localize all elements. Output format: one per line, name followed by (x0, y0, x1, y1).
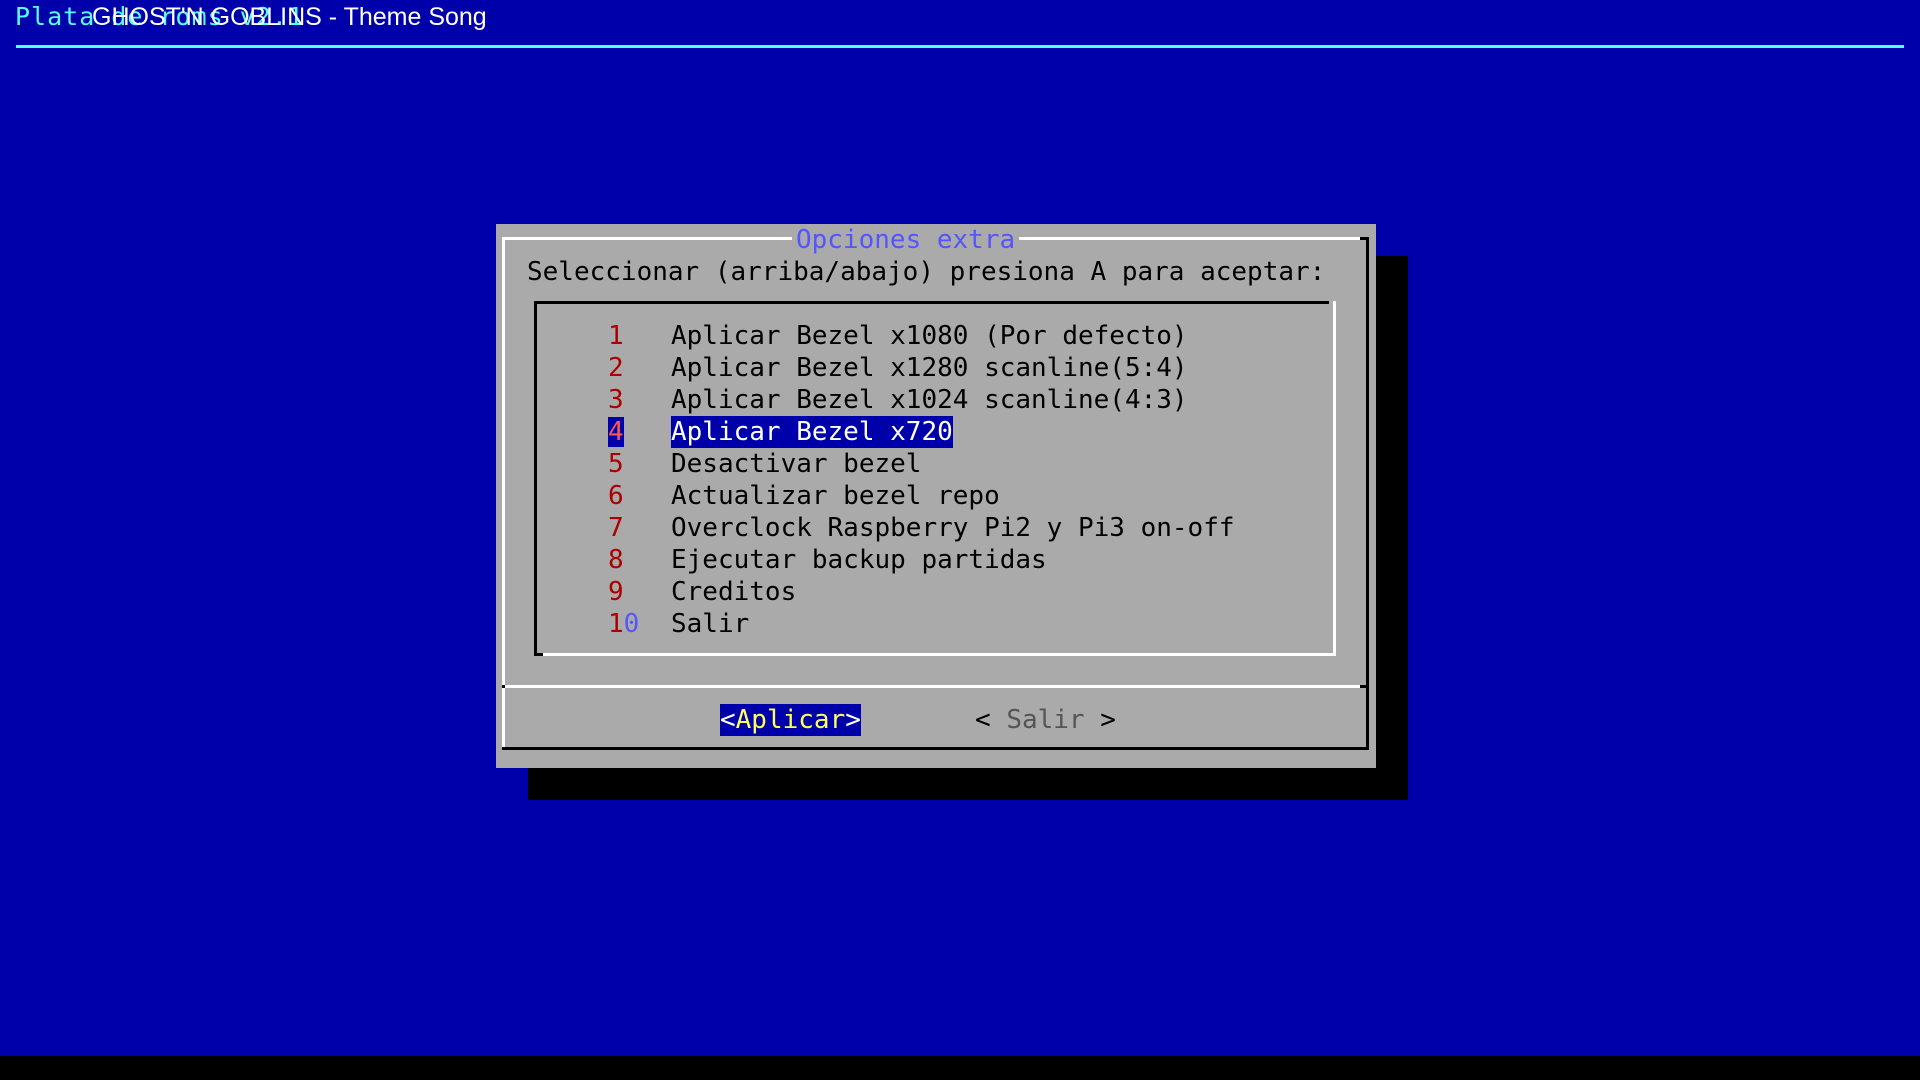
menu-item-hotkey: 3 (608, 385, 624, 415)
apply-button-label: Aplicar (735, 705, 846, 735)
exit-button-label: Salir (1006, 705, 1085, 735)
menu-item-hotkey: 1 (608, 609, 624, 639)
menu-item-number: 8 (608, 544, 624, 576)
menu-item-hotkey: 4 (608, 417, 624, 447)
menu-border (543, 653, 1336, 656)
menu-item-4[interactable]: 4 Aplicar Bezel x720 (0, 416, 1920, 448)
menu-item-10[interactable]: 10 Salir (0, 608, 1920, 640)
menu-item-number: 7 (608, 512, 624, 544)
apply-button[interactable]: <Aplicar> (720, 704, 861, 736)
menu-item-2[interactable]: 2 Aplicar Bezel x1280 scanline(5:4) (0, 352, 1920, 384)
menu-item-label: Creditos (671, 577, 797, 607)
now-playing-overlay: GHOST'N GOBLINS - Theme Song (92, 3, 487, 31)
exit-button-close: > (1084, 705, 1116, 735)
menu-item-number: 10 (608, 608, 639, 640)
menu-item-hotkey: 6 (608, 481, 624, 511)
bottom-strip (0, 1056, 1920, 1080)
menu-item-label: Aplicar Bezel x1024 scanline(4:3) (671, 385, 1188, 415)
menu-item-number: 2 (608, 352, 624, 384)
menu-item-3[interactable]: 3 Aplicar Bezel x1024 scanline(4:3) (0, 384, 1920, 416)
menu-item-label: Aplicar Bezel x1080 (Por defecto) (671, 321, 1188, 351)
menu-item-8[interactable]: 8 Ejecutar backup partidas (0, 544, 1920, 576)
button-separator (505, 685, 1366, 688)
dialog-title: Opciones extra (792, 225, 1020, 255)
menu-border (534, 653, 543, 656)
menu-item-number: 4 (608, 416, 624, 448)
menu-item-5[interactable]: 5 Desactivar bezel (0, 448, 1920, 480)
options-menu: 1 Aplicar Bezel x1080 (Por defecto) 2 Aplic… (0, 320, 1920, 650)
menu-item-9[interactable]: 9 Creditos (0, 576, 1920, 608)
button-separator (1360, 685, 1369, 688)
menu-item-hotkey: 7 (608, 513, 624, 543)
menu-item-label: Actualizar bezel repo (671, 481, 1000, 511)
menu-item-7[interactable]: 7 Overclock Raspberry Pi2 y Pi3 on-off (0, 512, 1920, 544)
menu-item-number: 3 (608, 384, 624, 416)
exit-button[interactable]: < Salir > (975, 704, 1116, 736)
menu-item-hotkey: 9 (608, 577, 624, 607)
menu-item-label: Aplicar Bezel x720 (671, 416, 953, 448)
menu-item-label: Salir (671, 609, 750, 639)
menu-item-label: Overclock Raspberry Pi2 y Pi3 on-off (671, 513, 1235, 543)
menu-item-number: 9 (608, 576, 624, 608)
menu-item-6[interactable]: 6 Actualizar bezel repo (0, 480, 1920, 512)
menu-border (534, 301, 1329, 304)
menu-item-hotkey: 1 (608, 321, 624, 351)
menu-item-hotkey: 8 (608, 545, 624, 575)
menu-item-label: Aplicar Bezel x1280 scanline(5:4) (671, 353, 1188, 383)
menu-item-label: Ejecutar backup partidas (671, 545, 1047, 575)
dialog-prompt: Seleccionar (arriba/abajo) presiona A pa… (527, 257, 1326, 287)
button-separator (502, 685, 505, 688)
menu-item-number: 6 (608, 480, 624, 512)
backtitle-rule (16, 45, 1904, 48)
menu-item-label: Desactivar bezel (671, 449, 922, 479)
menu-item-hotkey: 2 (608, 353, 624, 383)
menu-item-number: 1 (608, 320, 624, 352)
apply-button-open: < (720, 705, 736, 735)
apply-button-close: > (845, 705, 861, 735)
menu-item-number-rest: 0 (623, 609, 640, 639)
menu-item-hotkey: 5 (608, 449, 624, 479)
dialog-border (502, 747, 1369, 750)
exit-button-open: < (975, 705, 1007, 735)
dialog-border (1360, 237, 1369, 240)
menu-item-1[interactable]: 1 Aplicar Bezel x1080 (Por defecto) (0, 320, 1920, 352)
menu-item-number: 5 (608, 448, 624, 480)
